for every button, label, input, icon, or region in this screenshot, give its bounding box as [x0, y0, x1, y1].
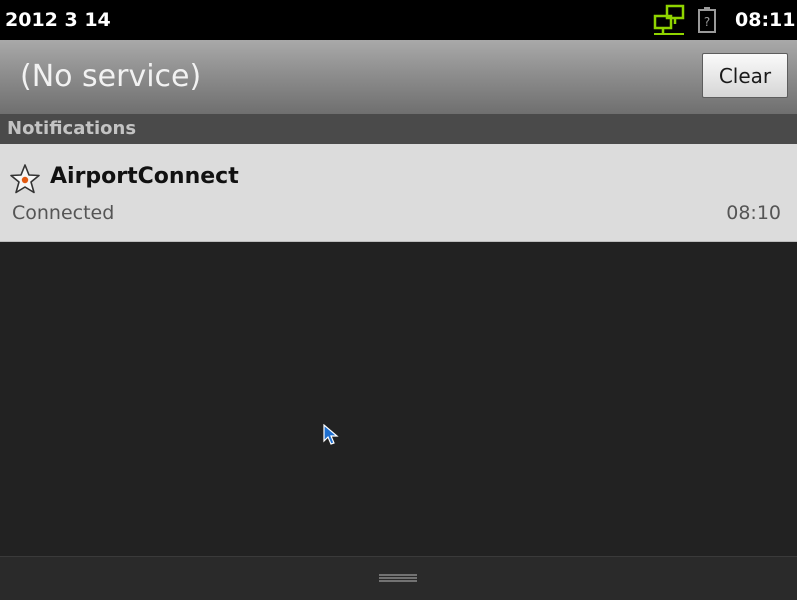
- carrier-bar: (No service) Clear: [0, 40, 797, 114]
- carrier-label: (No service): [20, 59, 202, 94]
- star-icon: [10, 164, 40, 194]
- notification-item[interactable]: AirportConnect Connected 08:10: [0, 144, 797, 242]
- mouse-cursor-icon: [323, 424, 339, 445]
- drag-handle-icon: [379, 574, 417, 582]
- status-bar: 2012 3 14 ? 08:11: [0, 0, 797, 40]
- bottom-drag-bar[interactable]: [0, 556, 797, 600]
- svg-text:?: ?: [704, 15, 710, 29]
- network-activity-icon: [653, 4, 685, 35]
- notifications-header-label: Notifications: [7, 118, 137, 139]
- battery-unknown-icon: ?: [698, 7, 716, 33]
- notification-time: 08:10: [726, 202, 781, 224]
- clear-button[interactable]: Clear: [702, 53, 788, 98]
- notifications-header: Notifications: [0, 114, 797, 144]
- status-time: 08:11: [735, 9, 796, 31]
- status-date: 2012 3 14: [5, 9, 111, 31]
- notification-title: AirportConnect: [50, 164, 239, 189]
- notification-text: Connected: [12, 202, 115, 224]
